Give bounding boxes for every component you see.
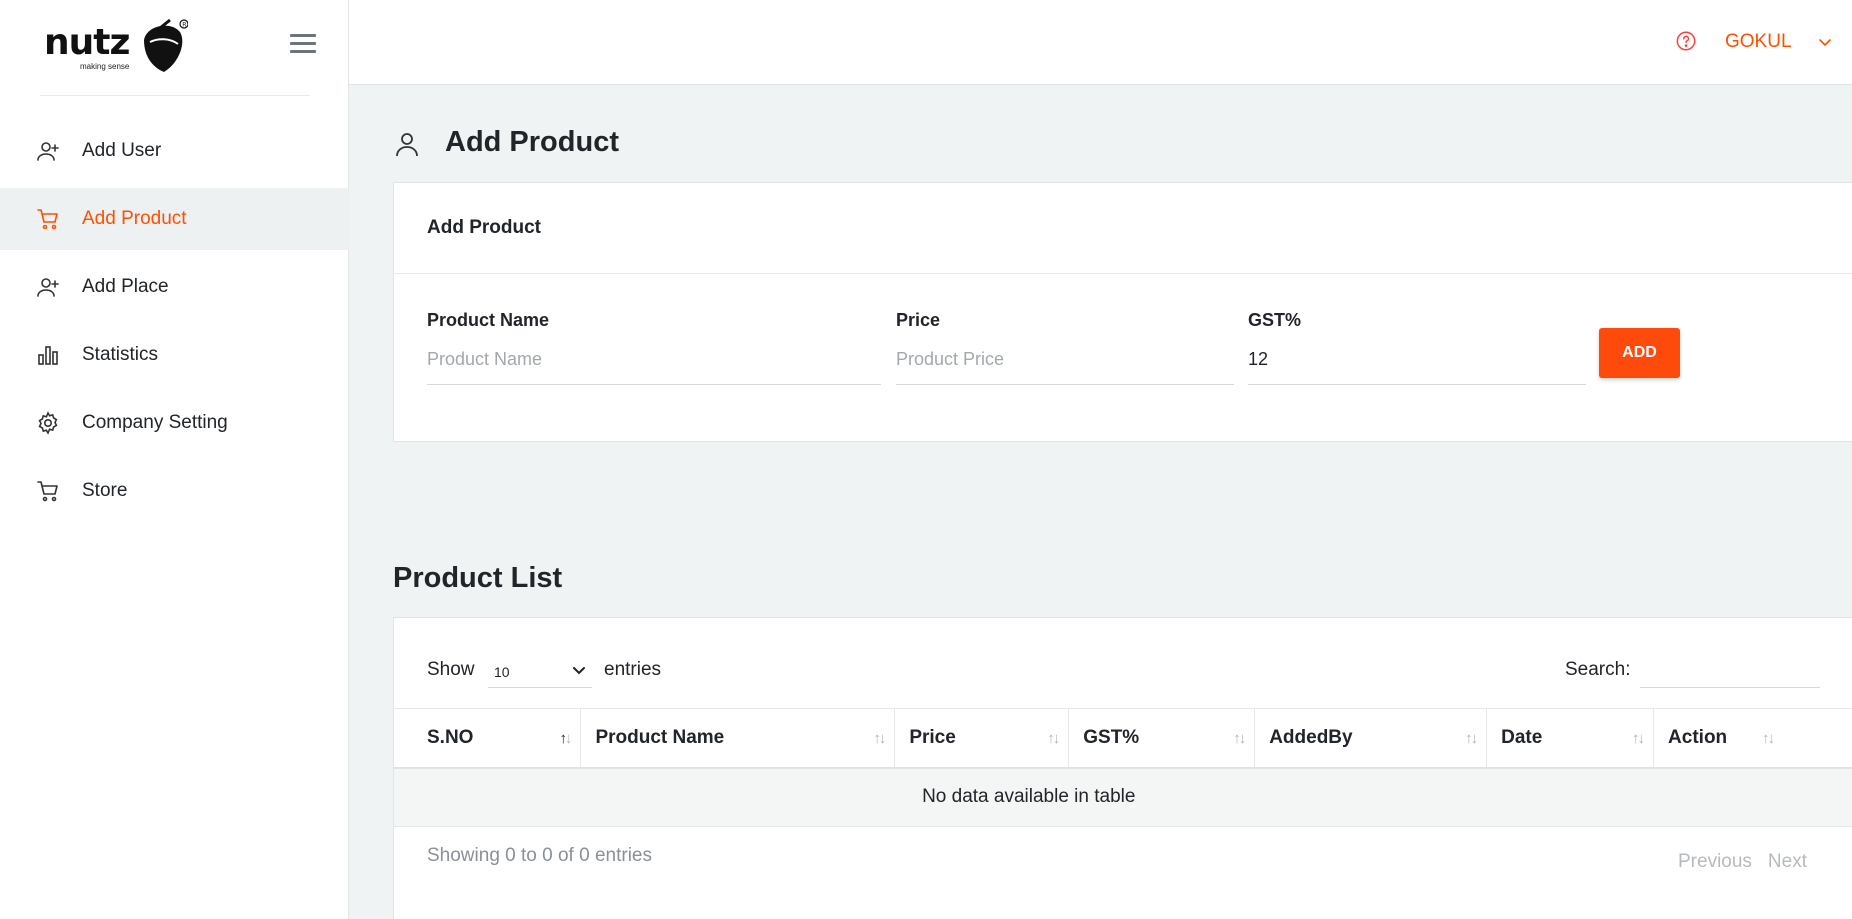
user-plus-icon [37,278,59,297]
bar-chart-icon [38,346,58,365]
sidebar-item-label: Company Setting [82,412,228,433]
table-row: No data available in table [394,767,1852,827]
sort-icon: ↑↓ [1762,730,1775,747]
column-header-product-name[interactable]: Product Name ↑↓ [580,708,896,769]
cart-icon [37,481,58,502]
column-header-addedby[interactable]: AddedBy ↑↓ [1254,708,1488,769]
sidebar-item-add-user[interactable]: Add User [0,120,349,182]
next-page-button[interactable]: Next [1768,851,1807,872]
price-label: Price [896,310,941,330]
nut-logo-icon: R [144,18,188,72]
user-plus-icon [37,142,59,161]
column-header-price[interactable]: Price ↑↓ [894,708,1070,769]
top-bar: GOKUL [349,0,1852,85]
sort-icon: ↑↓ [1233,730,1246,747]
previous-page-button[interactable]: Previous [1678,851,1752,872]
gst-label: GST% [1248,310,1302,330]
product-table: S.NO ↑↓ Product Name ↑↓ Price ↑↓ GST% ↑↓ Add… [394,708,1852,827]
sidebar-item-label: Statistics [82,344,159,365]
help-circle-icon[interactable] [1675,30,1697,52]
product-list-title: Product List [393,562,563,594]
page-title: Add Product [445,126,619,158]
empty-table-message: No data available in table [394,767,1852,827]
sidebar-item-label: Add User [82,140,162,161]
chevron-down-icon [573,667,585,675]
chevron-down-icon[interactable] [1817,34,1833,50]
price-field: Price [896,310,1234,385]
menu-toggle-icon[interactable] [290,34,316,54]
table-header-row: S.NO ↑↓ Product Name ↑↓ Price ↑↓ GST% ↑↓ Add… [394,708,1852,769]
user-menu-name[interactable]: GOKUL [1725,31,1792,53]
column-header-gst[interactable]: GST% ↑↓ [1068,708,1256,769]
logo[interactable]: nutz making sense R [40,12,310,96]
gst-input[interactable] [1248,345,1586,385]
product-name-field: Product Name [427,310,881,385]
logo-wordmark: nutz [44,22,130,63]
entries-length-select[interactable]: 10 [488,654,592,688]
sidebar-item-company-setting[interactable]: Company Setting [0,392,349,454]
product-name-input[interactable] [427,345,881,385]
table-info: Showing 0 to 0 of 0 entries [427,845,652,866]
add-product-card: Add Product Product Name Price GST% ADD [393,182,1852,442]
column-header-action[interactable]: Action ↑↓ [1653,708,1852,769]
search-input[interactable] [1640,652,1820,688]
svg-text:R: R [182,21,186,28]
sidebar-item-label: Add Product [82,208,187,229]
cart-icon [37,209,58,230]
sidebar-item-statistics[interactable]: Statistics [0,324,349,386]
product-list-card: Show 10 entries Search: S.NO ↑↓ Product N… [393,617,1852,919]
sidebar-nav: Add User Add Product Add Place Statistic… [0,120,349,528]
sort-icon: ↑↓ [1632,730,1645,747]
sidebar-item-add-product[interactable]: Add Product [0,188,349,250]
product-name-label: Product Name [427,310,550,330]
sidebar-item-label: Store [82,480,128,501]
pagination: Previous Next [1678,851,1823,873]
entries-length-value: 10 [494,664,510,680]
sidebar: nutz making sense R Add User Add Product… [0,0,349,919]
add-button[interactable]: ADD [1599,328,1680,378]
gear-icon [38,411,58,435]
sidebar-item-store[interactable]: Store [0,460,349,522]
user-icon [396,133,418,157]
price-input[interactable] [896,345,1234,385]
sort-icon: ↑↓ [559,730,572,747]
column-header-date[interactable]: Date ↑↓ [1486,708,1655,769]
sidebar-item-label: Add Place [82,276,169,297]
logo-tagline: making sense [80,62,130,71]
sort-icon: ↑↓ [1465,730,1478,747]
sort-icon: ↑↓ [873,730,886,747]
gst-field: GST% [1248,310,1586,385]
sidebar-item-add-place[interactable]: Add Place [0,256,349,318]
show-label: Show [427,659,475,680]
sort-icon: ↑↓ [1047,730,1060,747]
column-header-sno[interactable]: S.NO ↑↓ [394,708,582,769]
card-header: Add Product [394,183,1852,274]
entries-label: entries [604,659,662,680]
card-title: Add Product [427,217,541,238]
search-label: Search: [1565,659,1631,680]
